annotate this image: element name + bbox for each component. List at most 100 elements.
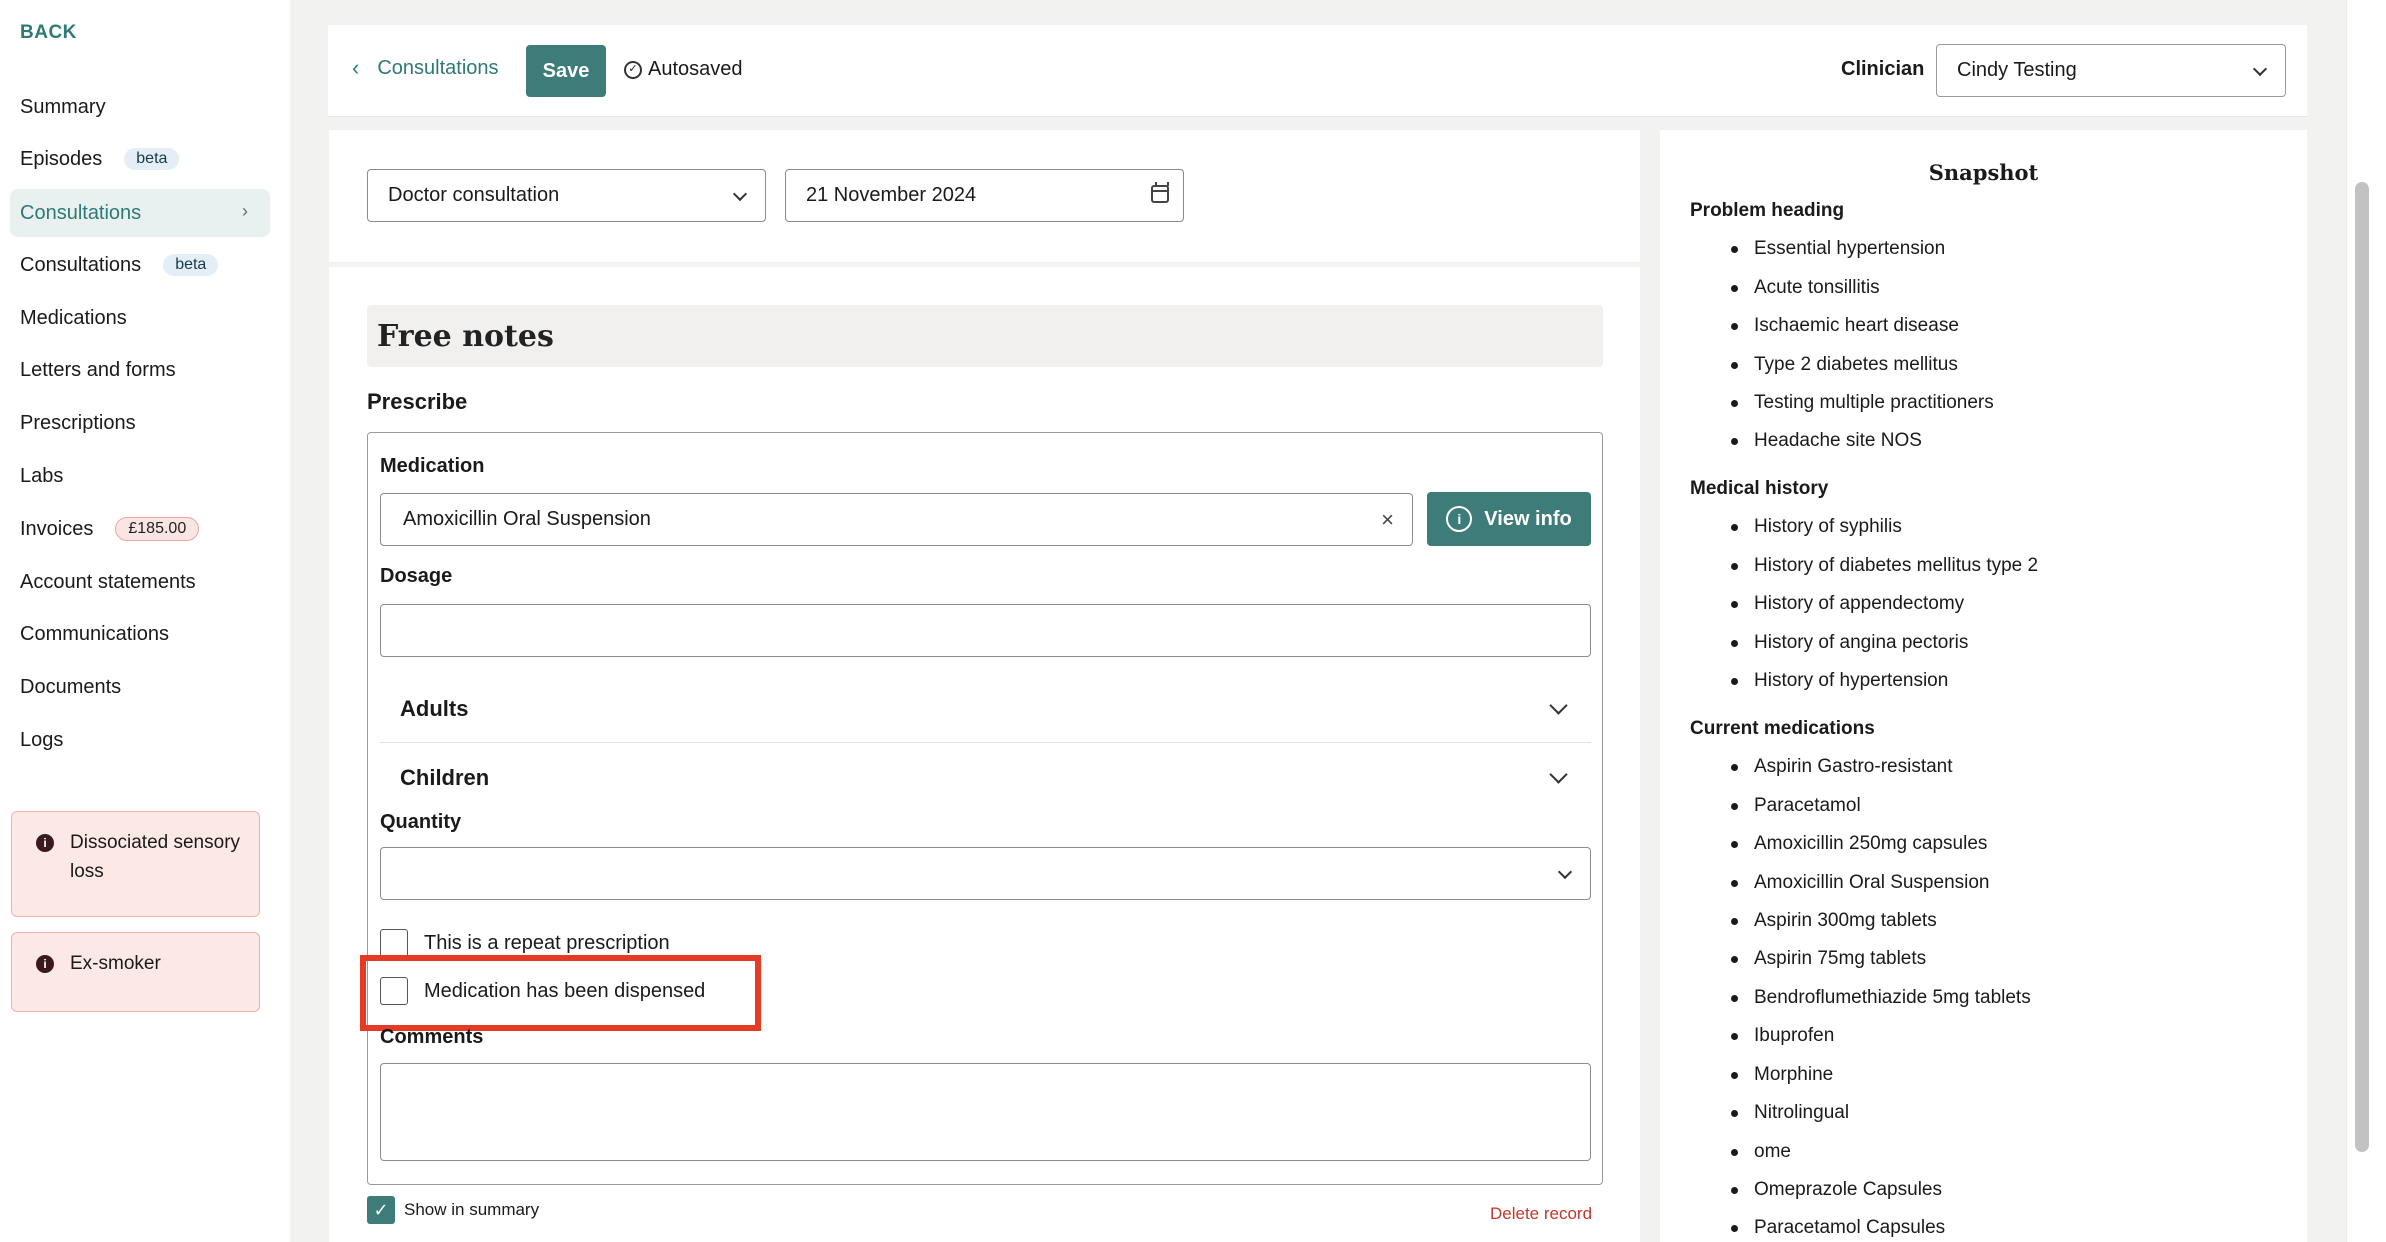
alert-card[interactable]: i Dissociated sensory loss bbox=[11, 811, 260, 917]
consultation-date-value: 21 November 2024 bbox=[806, 184, 977, 206]
sidebar-item-label: Documents bbox=[20, 675, 122, 698]
invoice-amount-badge: £185.00 bbox=[115, 517, 200, 541]
list-item: History of angina pectoris bbox=[1730, 632, 1969, 653]
show-in-summary-label: Show in summary bbox=[404, 1200, 540, 1219]
sidebar-item-documents[interactable]: Documents bbox=[10, 663, 270, 711]
show-in-summary-checkbox[interactable]: ✓ Show in summary bbox=[367, 1196, 539, 1224]
save-button[interactable]: Save bbox=[526, 45, 606, 97]
sidebar-item-label: Invoices bbox=[20, 517, 94, 540]
calendar-icon[interactable] bbox=[1151, 182, 1169, 203]
sidebar-item-consultations[interactable]: Consultations › bbox=[10, 189, 270, 237]
list-item: Nitrolingual bbox=[1730, 1102, 1850, 1123]
adults-label: Adults bbox=[400, 695, 469, 721]
consultation-meta-card: Doctor consultation 21 November 2024 bbox=[329, 130, 1640, 262]
adults-accordion[interactable]: Adults bbox=[380, 675, 1591, 743]
view-info-button[interactable]: i View info bbox=[1427, 492, 1591, 546]
consultation-date-field[interactable]: 21 November 2024 bbox=[785, 169, 1184, 222]
dosage-label: Dosage bbox=[380, 565, 453, 587]
sidebar-item-label: Consultations bbox=[20, 201, 142, 224]
list-item: Headache site NOS bbox=[1731, 430, 1922, 451]
comments-textarea[interactable] bbox=[380, 1063, 1591, 1161]
alert-info-icon: i bbox=[36, 955, 54, 973]
children-accordion[interactable]: Children bbox=[380, 744, 1591, 812]
sidebar-item-label: Labs bbox=[20, 464, 64, 487]
clear-icon[interactable]: × bbox=[1381, 507, 1394, 533]
sidebar-item-invoices[interactable]: Invoices £185.00 bbox=[10, 505, 270, 553]
free-notes-heading: Free notes bbox=[367, 305, 1603, 367]
children-label: Children bbox=[400, 765, 490, 790]
list-item: Aspirin 75mg tablets bbox=[1730, 948, 1927, 969]
checkbox[interactable] bbox=[380, 929, 408, 957]
list-item: ome bbox=[1731, 1141, 1791, 1162]
alert-info-icon: i bbox=[36, 834, 54, 852]
alert-card[interactable]: i Ex-smoker bbox=[11, 932, 260, 1012]
clinician-select[interactable]: Cindy Testing bbox=[1936, 44, 2286, 97]
chevron-down-icon bbox=[1549, 765, 1568, 784]
beta-badge: beta bbox=[124, 148, 180, 170]
sidebar-item-episodes[interactable]: Episodes beta bbox=[10, 135, 270, 183]
list-item: Amoxicillin 250mg capsules bbox=[1730, 833, 1988, 854]
medication-label: Medication bbox=[380, 455, 485, 477]
list-item: History of syphilis bbox=[1731, 516, 1902, 537]
sidebar-item-label: Episodes bbox=[20, 147, 103, 170]
sidebar-item-consultations-beta[interactable]: Consultations beta bbox=[10, 241, 270, 289]
view-info-label: View info bbox=[1484, 507, 1572, 530]
list-item: Essential hypertension bbox=[1730, 238, 1946, 259]
quantity-label: Quantity bbox=[380, 811, 462, 833]
consultation-form-card: Free notes Prescribe Medication Amoxicil… bbox=[329, 267, 1640, 1242]
sidebar-item-label: Medications bbox=[20, 306, 127, 329]
consultation-type-select[interactable]: Doctor consultation bbox=[367, 169, 766, 222]
scrollbar-thumb[interactable] bbox=[2355, 182, 2369, 1152]
sidebar-item-letters[interactable]: Letters and forms bbox=[10, 346, 270, 394]
list-item: Ibuprofen bbox=[1730, 1025, 1835, 1046]
chevron-down-icon bbox=[1557, 864, 1573, 879]
snapshot-section-heading: Medical history bbox=[1690, 478, 1829, 499]
sidebar-item-prescriptions[interactable]: Prescriptions bbox=[10, 399, 270, 447]
back-link-label: Consultations bbox=[377, 56, 499, 79]
autosaved-label: Autosaved bbox=[648, 58, 743, 80]
alert-text: Dissociated sensory loss bbox=[70, 832, 241, 882]
medication-input[interactable]: Amoxicillin Oral Suspension × bbox=[380, 493, 1413, 546]
dosage-input[interactable] bbox=[380, 604, 1591, 657]
list-item: Aspirin Gastro-resistant bbox=[1731, 756, 1953, 777]
sidebar-item-medications[interactable]: Medications bbox=[10, 294, 270, 342]
sidebar-item-summary[interactable]: Summary bbox=[10, 83, 270, 131]
sidebar-item-labs[interactable]: Labs bbox=[10, 452, 270, 500]
repeat-prescription-label: This is a repeat prescription bbox=[424, 931, 670, 954]
list-item: History of hypertension bbox=[1730, 670, 1949, 691]
list-item: Testing multiple practitioners bbox=[1731, 392, 1994, 413]
list-item: Morphine bbox=[1730, 1064, 1834, 1085]
checkmark-icon[interactable]: ✓ bbox=[367, 1196, 395, 1224]
info-icon: i bbox=[1446, 506, 1473, 532]
consultation-type-value: Doctor consultation bbox=[388, 184, 560, 206]
sidebar-item-label: Consultations bbox=[20, 253, 142, 276]
sidebar-item-account-statements[interactable]: Account statements bbox=[10, 558, 270, 606]
chevron-down-icon bbox=[1549, 696, 1568, 715]
check-circle-icon: ✓ bbox=[624, 60, 642, 79]
snapshot-section-heading: Problem heading bbox=[1690, 200, 1845, 221]
sidebar: BACK Summary Episodes beta Consultations ›… bbox=[0, 0, 290, 1242]
sidebar-item-logs[interactable]: Logs bbox=[10, 716, 270, 764]
alert-text: Ex-smoker bbox=[70, 953, 161, 974]
list-item: Ischaemic heart disease bbox=[1731, 315, 1959, 336]
list-item: Omeprazole Capsules bbox=[1731, 1179, 1942, 1200]
list-item: Bendroflumethiazide 5mg tablets bbox=[1731, 987, 2031, 1008]
back-link[interactable]: BACK bbox=[20, 22, 77, 44]
list-item: Acute tonsillitis bbox=[1731, 277, 1880, 298]
consultation-header: ‹ Consultations Save ✓ Autosaved Clinici… bbox=[328, 25, 2307, 117]
quantity-select[interactable] bbox=[380, 847, 1591, 900]
sidebar-item-label: Logs bbox=[20, 728, 64, 751]
list-item: Paracetamol Capsules bbox=[1730, 1217, 1946, 1238]
highlight-box bbox=[360, 955, 761, 1031]
sidebar-item-label: Summary bbox=[20, 95, 106, 118]
clinician-label: Clinician bbox=[1841, 58, 1925, 80]
repeat-prescription-checkbox[interactable]: This is a repeat prescription bbox=[380, 929, 670, 957]
list-item: Type 2 diabetes mellitus bbox=[1731, 354, 1958, 375]
sidebar-item-label: Communications bbox=[20, 622, 169, 645]
sidebar-item-label: Letters and forms bbox=[20, 358, 176, 381]
sidebar-item-label: Account statements bbox=[20, 570, 196, 593]
sidebar-item-communications[interactable]: Communications bbox=[10, 610, 270, 658]
prescription-box: Medication Amoxicillin Oral Suspension ×… bbox=[360, 432, 1603, 1185]
delete-record-link[interactable]: Delete record bbox=[1490, 1204, 1592, 1224]
consultations-back-link[interactable]: ‹ Consultations bbox=[352, 55, 499, 81]
